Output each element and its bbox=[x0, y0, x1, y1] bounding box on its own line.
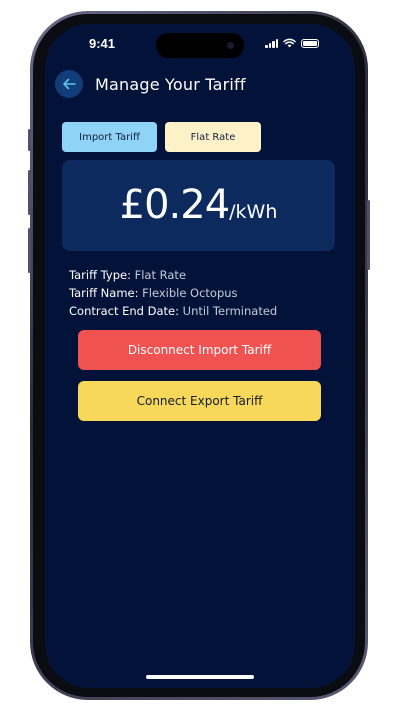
action-button bbox=[28, 129, 31, 151]
tariff-name-value: Flexible Octopus bbox=[142, 286, 238, 300]
contract-end-row: Contract End Date: Until Terminated bbox=[69, 302, 277, 320]
wifi-icon bbox=[283, 38, 296, 48]
tariff-type-row: Tariff Type: Flat Rate bbox=[69, 266, 277, 284]
tariff-type-value: Flat Rate bbox=[134, 268, 187, 282]
battery-icon bbox=[301, 38, 319, 48]
contract-end-value: Until Terminated bbox=[182, 304, 278, 318]
page-title: Manage Your Tariff bbox=[95, 74, 246, 94]
volume-down-button bbox=[28, 228, 31, 273]
price-unit: /kWh bbox=[229, 201, 278, 223]
tariff-tabs: Import Tariff Flat Rate bbox=[62, 122, 261, 152]
disconnect-import-tariff-button[interactable]: Disconnect Import Tariff bbox=[78, 330, 321, 370]
front-camera bbox=[227, 42, 234, 49]
power-button bbox=[367, 200, 370, 270]
tab-flat-rate[interactable]: Flat Rate bbox=[165, 122, 261, 152]
dynamic-island bbox=[156, 33, 244, 58]
status-bar: 9:41 bbox=[45, 24, 355, 68]
status-icons bbox=[265, 38, 319, 48]
home-indicator[interactable] bbox=[146, 675, 254, 679]
app-screen: 9:41 Manage Your Tariff Import Tariff Fl… bbox=[45, 24, 355, 688]
tab-import-tariff[interactable]: Import Tariff bbox=[62, 122, 157, 152]
tariff-name-label: Tariff Name: bbox=[69, 286, 143, 300]
volume-up-button bbox=[28, 170, 31, 215]
tariff-type-label: Tariff Type: bbox=[69, 268, 135, 282]
arrow-left-icon bbox=[63, 78, 76, 90]
tariff-details: Tariff Type: Flat Rate Tariff Name: Flex… bbox=[69, 266, 277, 320]
status-time: 9:41 bbox=[89, 36, 116, 51]
contract-end-label: Contract End Date: bbox=[69, 304, 183, 318]
cellular-signal-icon bbox=[265, 38, 278, 48]
tariff-name-row: Tariff Name: Flexible Octopus bbox=[69, 284, 277, 302]
price-card: £0.24 /kWh bbox=[62, 160, 335, 251]
back-button[interactable] bbox=[55, 70, 83, 98]
price-value: £0.24 bbox=[119, 182, 231, 228]
connect-export-tariff-button[interactable]: Connect Export Tariff bbox=[78, 381, 321, 421]
header: Manage Your Tariff bbox=[55, 69, 345, 99]
